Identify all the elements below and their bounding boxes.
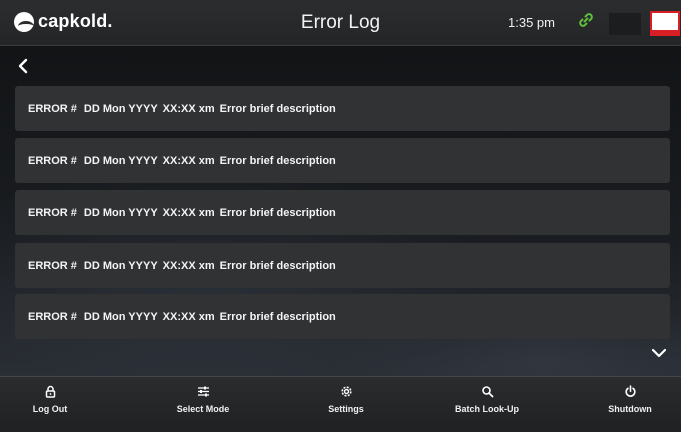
error-time: XX:XX xm [162,259,215,272]
error-description: Error brief description [219,206,336,219]
error-code: ERROR # [28,206,77,219]
clock-time: 1:35 pm [508,15,555,30]
back-arrow-icon[interactable] [16,58,32,74]
error-date: DD Mon YYYY [83,259,158,272]
batch-lookup-button[interactable]: Batch Look-Up [437,385,537,425]
error-description: Error brief description [219,310,336,323]
status-indicator [609,13,641,35]
search-icon [481,386,493,398]
error-row[interactable]: ERROR # DD Mon YYYY XX:XX xm Error brief… [15,294,670,339]
error-row[interactable]: ERROR # DD Mon YYYY XX:XX xm Error brief… [15,138,670,183]
settings-label: Settings [328,404,364,414]
settings-button[interactable]: Settings [296,385,396,425]
bottom-nav: Log Out Select Mode Settings Batch Look-… [0,376,681,432]
error-time: XX:XX xm [162,102,215,115]
logout-button[interactable]: Log Out [0,385,100,425]
shutdown-label: Shutdown [608,404,652,414]
error-row[interactable]: ERROR # DD Mon YYYY XX:XX xm Error brief… [15,86,670,131]
error-date: DD Mon YYYY [83,102,158,115]
error-date: DD Mon YYYY [83,206,158,219]
error-time: XX:XX xm [162,206,215,219]
error-description: Error brief description [219,154,336,167]
power-icon [624,385,636,397]
sliders-icon [197,386,209,397]
lock-icon [45,385,55,398]
error-row[interactable]: ERROR # DD Mon YYYY XX:XX xm Error brief… [15,243,670,288]
error-log-panel: ERROR # DD Mon YYYY XX:XX xm Error brief… [0,47,681,376]
select-mode-button[interactable]: Select Mode [153,385,253,425]
error-date: DD Mon YYYY [83,154,158,167]
chevron-down-icon[interactable] [651,347,667,359]
flag-icon[interactable] [650,11,680,36]
logout-label: Log Out [32,404,68,414]
error-code: ERROR # [28,310,77,323]
gear-icon [340,386,352,397]
error-description: Error brief description [219,102,336,115]
link-icon [579,13,593,27]
error-code: ERROR # [28,259,77,272]
error-time: XX:XX xm [162,310,215,323]
error-description: Error brief description [219,259,336,272]
error-row[interactable]: ERROR # DD Mon YYYY XX:XX xm Error brief… [15,190,670,235]
batch-lookup-label: Batch Look-Up [455,404,519,414]
header-bar: capkold. Error Log 1:35 pm [0,0,681,46]
error-date: DD Mon YYYY [83,310,158,323]
select-mode-label: Select Mode [176,404,230,414]
error-code: ERROR # [28,154,77,167]
error-code: ERROR # [28,102,77,115]
error-time: XX:XX xm [162,154,215,167]
shutdown-button[interactable]: Shutdown [580,385,680,425]
